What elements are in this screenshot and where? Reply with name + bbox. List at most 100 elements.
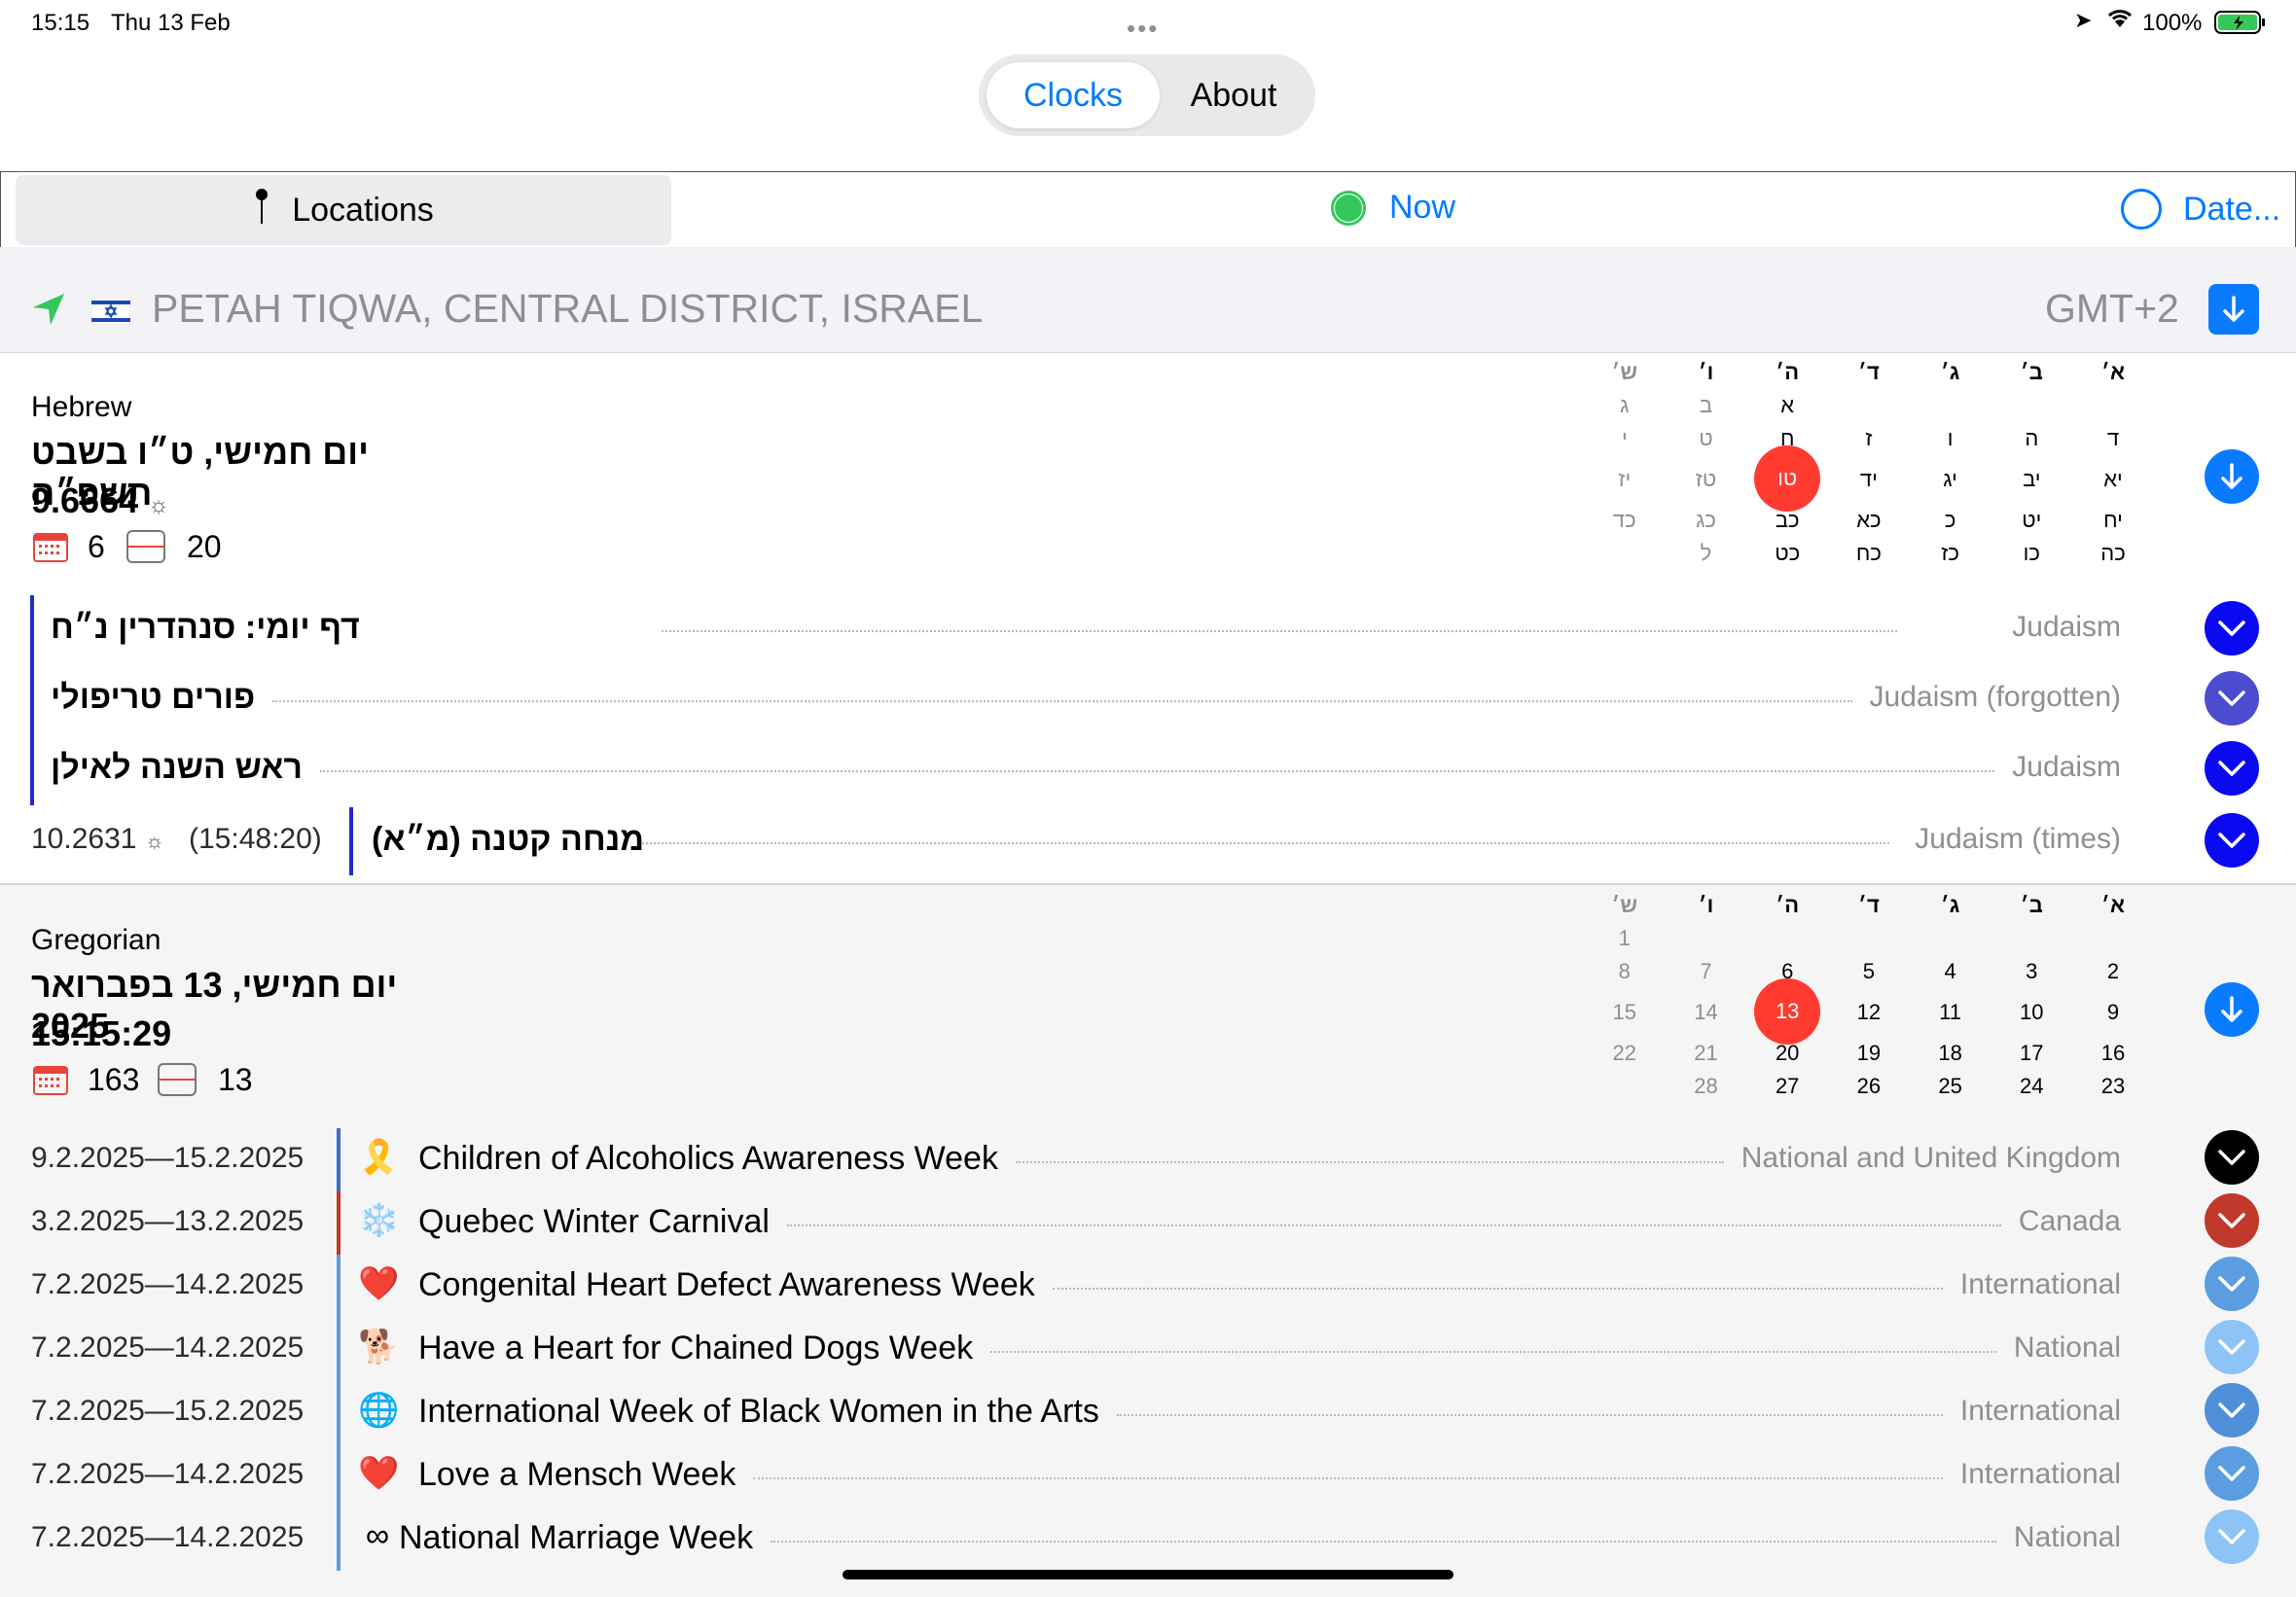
gregorian-day-cell[interactable]: 21 [1677,1041,1736,1066]
hebrew-day-cell[interactable]: ה [2002,426,2061,451]
hebrew-day-cell[interactable]: כט [1758,541,1816,566]
hebrew-day-cell[interactable]: א [1758,393,1816,418]
hebrew-expand-button[interactable] [2205,449,2259,504]
timezone-expand-button[interactable] [2208,284,2259,335]
locations-button[interactable]: Locations [16,175,671,245]
hebrew-day-cell[interactable]: יט [2002,508,2061,533]
gregorian-day-cell[interactable]: 12 [1840,1000,1898,1025]
gregorian-expand-button[interactable] [2205,982,2259,1037]
date-option[interactable]: Date... [2121,189,2280,230]
hebrew-event-chevron-button[interactable] [2205,671,2259,726]
gregorian-weekday-header: ג׳ [1940,893,1960,917]
hebrew-mini-calendar[interactable]: א׳ ב׳ ג׳ ד׳ ה׳ ו׳ ש׳ א ב ג ד ה ו ז ח ט י יא יב יג יד טו טז יז יח… [1586,360,2131,593]
gregorian-day-cell[interactable]: 8 [1596,959,1654,984]
hebrew-day-cell[interactable]: כז [1921,541,1980,566]
hebrew-day-cell[interactable]: יד [1840,467,1898,492]
gregorian-day-cell[interactable]: 27 [1758,1074,1816,1099]
hebrew-day-cell[interactable]: י [1596,426,1654,451]
tab-about[interactable]: About [1160,62,1308,128]
hebrew-day-cell[interactable]: יא [2084,467,2142,492]
gregorian-mini-calendar[interactable]: א׳ ב׳ ג׳ ד׳ ה׳ ו׳ ש׳ 1 2 3 4 5 6 7 8 9 10 11 12 13 14 15 16 17 1… [1586,893,2131,1126]
gregorian-day-cell[interactable]: 26 [1840,1074,1898,1099]
gregorian-day-cell[interactable]: 25 [1921,1074,1980,1099]
gregorian-day-cell[interactable]: 20 [1758,1041,1816,1066]
hebrew-event-title[interactable]: דף יומי: סנהדרין נ״ח [51,609,360,647]
tab-clocks[interactable]: Clocks [987,62,1160,128]
hebrew-today-cell[interactable]: טו [1754,445,1821,512]
hebrew-day-cell[interactable]: ב [1677,393,1736,418]
hebrew-day-cell[interactable]: ט [1677,426,1736,451]
gregorian-day-cell[interactable]: 3 [2002,959,2061,984]
gregorian-day-cell[interactable]: 18 [1921,1041,1980,1066]
event-title[interactable]: International Week of Black Women in the… [418,1393,1099,1431]
event-color-bar [337,1191,341,1255]
hebrew-day-cell[interactable]: ל [1677,541,1736,566]
event-chevron-button[interactable] [2205,1193,2259,1248]
hebrew-day-cell[interactable]: כח [1840,541,1898,566]
hebrew-day-cell[interactable]: יב [2002,467,2061,492]
event-title[interactable]: Have a Heart for Chained Dogs Week [418,1330,973,1367]
gregorian-day-cell[interactable]: 4 [1921,959,1980,984]
home-indicator[interactable] [843,1570,1453,1579]
hebrew-day-cell[interactable]: כה [2084,541,2142,566]
dog-icon: 🐕 [358,1329,400,1366]
gregorian-day-cell[interactable]: 23 [2084,1074,2142,1099]
hebrew-day-cell[interactable]: כג [1677,508,1736,533]
hebrew-day-cell[interactable]: ד [2084,426,2142,451]
hebrew-cal-count: 6 [88,529,105,564]
event-title[interactable]: Congenital Heart Defect Awareness Week [418,1266,1035,1304]
hebrew-day-cell[interactable]: כ [1921,508,1980,533]
hebrew-day-cell[interactable]: כו [2002,541,2061,566]
gregorian-day-cell[interactable]: 17 [2002,1041,2061,1066]
gregorian-day-cell[interactable]: 2 [2084,959,2142,984]
hebrew-day-cell[interactable]: ז [1840,426,1898,451]
gregorian-day-cell[interactable]: 10 [2002,1000,2061,1025]
gregorian-day-cell[interactable]: 5 [1840,959,1898,984]
dotted-leader [642,842,1889,844]
event-title[interactable]: Children of Alcoholics Awareness Week [418,1140,998,1178]
hebrew-event-title[interactable]: פורים טריפולי [51,679,255,717]
event-title[interactable]: Quebec Winter Carnival [418,1203,770,1241]
hebrew-day-cell[interactable]: יג [1921,467,1980,492]
now-option[interactable]: Now [1331,189,1455,227]
hebrew-day-cell[interactable]: כד [1596,508,1654,533]
event-chevron-button[interactable] [2205,1257,2259,1311]
hebrew-day-cell[interactable]: כא [1840,508,1898,533]
gregorian-day-cell[interactable]: 28 [1677,1074,1736,1099]
hebrew-event-chevron-button[interactable] [2205,741,2259,796]
event-chevron-button[interactable] [2205,1446,2259,1501]
hebrew-day-cell[interactable]: ו [1921,426,1980,451]
gregorian-day-cell[interactable]: 1 [1596,926,1654,951]
gregorian-day-cell[interactable]: 15 [1596,1000,1654,1025]
event-chevron-button[interactable] [2205,1509,2259,1564]
gregorian-day-cell[interactable]: 24 [2002,1074,2061,1099]
event-color-bar [337,1444,341,1508]
hebrew-event-chevron-button[interactable] [2205,601,2259,656]
event-chevron-button[interactable] [2205,1383,2259,1437]
gregorian-day-cell[interactable]: 7 [1677,959,1736,984]
event-category: National [2013,1521,2121,1553]
gregorian-day-cell[interactable]: 16 [2084,1041,2142,1066]
hebrew-day-cell[interactable]: יז [1596,467,1654,492]
time-event-title[interactable]: מנחה קטנה (מ״א) [372,821,644,859]
gregorian-day-cell[interactable]: 11 [1921,1000,1980,1025]
event-title[interactable]: National Marriage Week [399,1519,753,1557]
hebrew-day-cell[interactable]: כב [1758,508,1816,533]
gregorian-day-cell[interactable]: 22 [1596,1041,1654,1066]
gregorian-day-cell[interactable]: 19 [1840,1041,1898,1066]
arrow-down-icon [2221,996,2242,1022]
event-chevron-button[interactable] [2205,1320,2259,1374]
gregorian-day-cell[interactable]: 14 [1677,1000,1736,1025]
time-event-chevron-button[interactable] [2205,813,2259,868]
hebrew-day-cell[interactable]: יח [2084,508,2142,533]
view-segmented-control: Clocks About [979,54,1315,136]
hebrew-day-cell[interactable]: טז [1677,467,1736,492]
multitasking-dots-icon[interactable]: ••• [1127,14,1159,44]
gregorian-today-cell[interactable]: 13 [1754,978,1821,1045]
hebrew-day-cell[interactable]: ג [1596,393,1654,418]
event-category: International [1959,1268,2121,1300]
gregorian-day-cell[interactable]: 9 [2084,1000,2142,1025]
event-chevron-button[interactable] [2205,1130,2259,1185]
event-title[interactable]: Love a Mensch Week [418,1456,735,1494]
hebrew-event-title[interactable]: ראש השנה לאילן [51,749,303,787]
